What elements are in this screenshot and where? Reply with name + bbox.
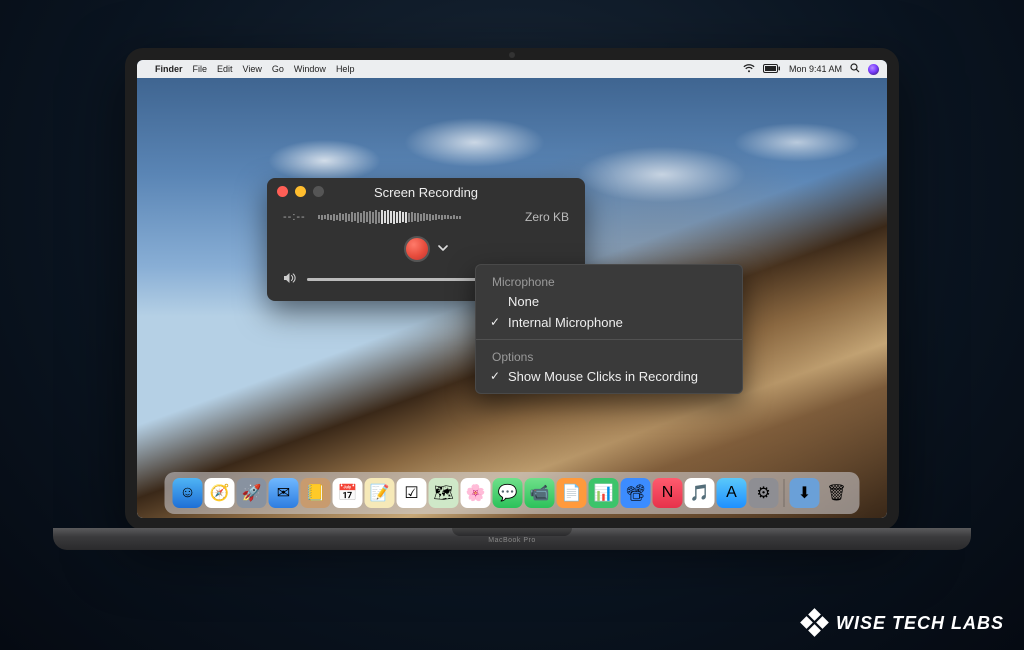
recording-size: Zero KB xyxy=(525,210,569,224)
menu-view[interactable]: View xyxy=(243,64,262,74)
menu-item-mic-internal[interactable]: Internal Microphone xyxy=(476,312,742,333)
desktop: Finder File Edit View Go Window Help Mon… xyxy=(137,60,887,518)
menu-file[interactable]: File xyxy=(193,64,208,74)
dock-item-downloads[interactable]: ⬇ xyxy=(790,478,820,508)
wifi-icon[interactable] xyxy=(743,64,755,75)
volume-icon xyxy=(283,272,297,287)
dock-item-pages[interactable]: 📄 xyxy=(557,478,587,508)
dock-item-launchpad[interactable]: 🚀 xyxy=(237,478,267,508)
window-zoom-button xyxy=(313,186,324,197)
dock-item-facetime[interactable]: 📹 xyxy=(525,478,555,508)
menubar: Finder File Edit View Go Window Help Mon… xyxy=(137,60,887,78)
dock-item-notes[interactable]: 📝 xyxy=(365,478,395,508)
dock-item-safari[interactable]: 🧭 xyxy=(205,478,235,508)
dock-item-news[interactable]: N xyxy=(653,478,683,508)
panel-titlebar[interactable]: Screen Recording xyxy=(267,178,585,206)
watermark: WISE TECH LABS xyxy=(802,610,1004,636)
dock-item-maps[interactable]: 🗺 xyxy=(429,478,459,508)
watermark-logo-icon xyxy=(802,610,828,636)
siri-icon[interactable] xyxy=(868,64,879,75)
menubar-app-name[interactable]: Finder xyxy=(155,64,183,74)
recording-time: --:-- xyxy=(283,211,306,223)
dock-item-reminders[interactable]: ☑ xyxy=(397,478,427,508)
window-close-button[interactable] xyxy=(277,186,288,197)
menu-window[interactable]: Window xyxy=(294,64,326,74)
dock-item-numbers[interactable]: 📊 xyxy=(589,478,619,508)
record-button[interactable] xyxy=(404,236,430,262)
menu-help[interactable]: Help xyxy=(336,64,355,74)
menu-section-options: Options xyxy=(476,346,742,366)
laptop-model-label: MacBook Pro xyxy=(488,537,536,544)
dock-item-trash[interactable]: 🗑 xyxy=(822,478,852,508)
dock-item-messages[interactable]: 💬 xyxy=(493,478,523,508)
record-options-menu: Microphone None Internal Microphone Opti… xyxy=(475,264,743,394)
menubar-clock[interactable]: Mon 9:41 AM xyxy=(789,64,842,74)
dock-item-photos[interactable]: 🌸 xyxy=(461,478,491,508)
dock-separator xyxy=(784,479,785,507)
menu-item-show-clicks[interactable]: Show Mouse Clicks in Recording xyxy=(476,366,742,387)
laptop-frame: Finder File Edit View Go Window Help Mon… xyxy=(125,48,899,588)
dock-item-finder[interactable]: ☺ xyxy=(173,478,203,508)
dock-item-itunes[interactable]: 🎵 xyxy=(685,478,715,508)
record-options-chevron-icon[interactable] xyxy=(438,243,448,255)
dock-item-keynote[interactable]: 📽 xyxy=(621,478,651,508)
dock-item-contacts[interactable]: 📒 xyxy=(301,478,331,508)
audio-level-meter xyxy=(318,210,513,224)
laptop-screen: Finder File Edit View Go Window Help Mon… xyxy=(125,48,899,530)
dock-item-appstore[interactable]: A xyxy=(717,478,747,508)
battery-icon[interactable] xyxy=(763,64,781,75)
camera-dot xyxy=(509,52,515,58)
dock-item-preferences[interactable]: ⚙ xyxy=(749,478,779,508)
dock-item-mail[interactable]: ✉ xyxy=(269,478,299,508)
dock-item-calendar[interactable]: 📅 xyxy=(333,478,363,508)
window-minimize-button[interactable] xyxy=(295,186,306,197)
menu-item-mic-none[interactable]: None xyxy=(476,291,742,312)
watermark-text: WISE TECH LABS xyxy=(836,613,1004,634)
laptop-base: MacBook Pro xyxy=(53,528,971,550)
menu-section-microphone: Microphone xyxy=(476,271,742,291)
menu-separator xyxy=(476,339,742,340)
menu-go[interactable]: Go xyxy=(272,64,284,74)
menu-edit[interactable]: Edit xyxy=(217,64,233,74)
dock: ☺🧭🚀✉📒📅📝☑🗺🌸💬📹📄📊📽N🎵A⚙ ⬇🗑 xyxy=(165,472,860,514)
spotlight-icon[interactable] xyxy=(850,63,860,75)
